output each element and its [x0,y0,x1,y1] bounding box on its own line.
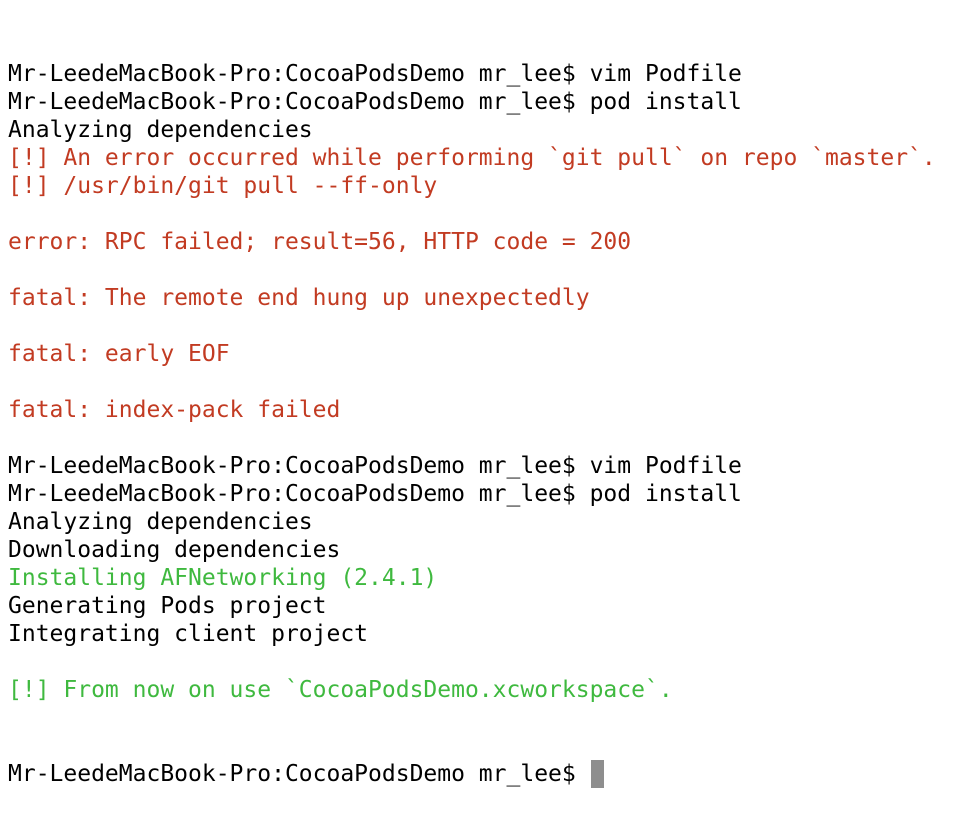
terminal-line-error: error: RPC failed; result=56, HTTP code … [8,229,632,255]
terminal-line-error: fatal: The remote end hung up unexpected… [8,285,590,311]
terminal-line-normal: Analyzing dependencies [8,509,313,535]
terminal-line-normal: Mr-LeedeMacBook-Pro:CocoaPodsDemo mr_lee… [8,89,742,115]
terminal-prompt-line[interactable]: Mr-LeedeMacBook-Pro:CocoaPodsDemo mr_lee… [8,760,956,788]
terminal-line-normal: Generating Pods project [8,593,327,619]
terminal-line-error: [!] An error occurred while performing `… [8,145,936,171]
terminal-line-error [8,200,956,228]
terminal-line-normal: Mr-LeedeMacBook-Pro:CocoaPodsDemo mr_lee… [8,481,742,507]
terminal-line-success: Installing AFNetworking (2.4.1) [8,565,438,591]
prompt: Mr-LeedeMacBook-Pro:CocoaPodsDemo mr_lee… [8,761,590,787]
terminal-line-normal: Mr-LeedeMacBook-Pro:CocoaPodsDemo mr_lee… [8,453,742,479]
terminal-line-error: fatal: early EOF [8,341,230,367]
terminal-line-error: [!] /usr/bin/git pull --ff-only [8,173,438,199]
terminal-lines: Mr-LeedeMacBook-Pro:CocoaPodsDemo mr_lee… [8,60,956,704]
terminal-line-normal: Analyzing dependencies [8,117,313,143]
terminal-line-normal: Integrating client project [8,621,369,647]
terminal-line-error [8,312,956,340]
text-cursor [590,760,604,788]
terminal-line-normal: Downloading dependencies [8,537,341,563]
terminal-line-normal [8,424,956,452]
terminal-line-error [8,256,956,284]
terminal-output[interactable]: Mr-LeedeMacBook-Pro:CocoaPodsDemo mr_lee… [0,0,956,816]
terminal-line-success: [!] From now on use `CocoaPodsDemo.xcwor… [8,677,673,703]
terminal-line-error [8,368,956,396]
terminal-line-normal: Mr-LeedeMacBook-Pro:CocoaPodsDemo mr_lee… [8,61,742,87]
terminal-line-error: fatal: index-pack failed [8,397,341,423]
terminal-line-normal [8,648,956,676]
